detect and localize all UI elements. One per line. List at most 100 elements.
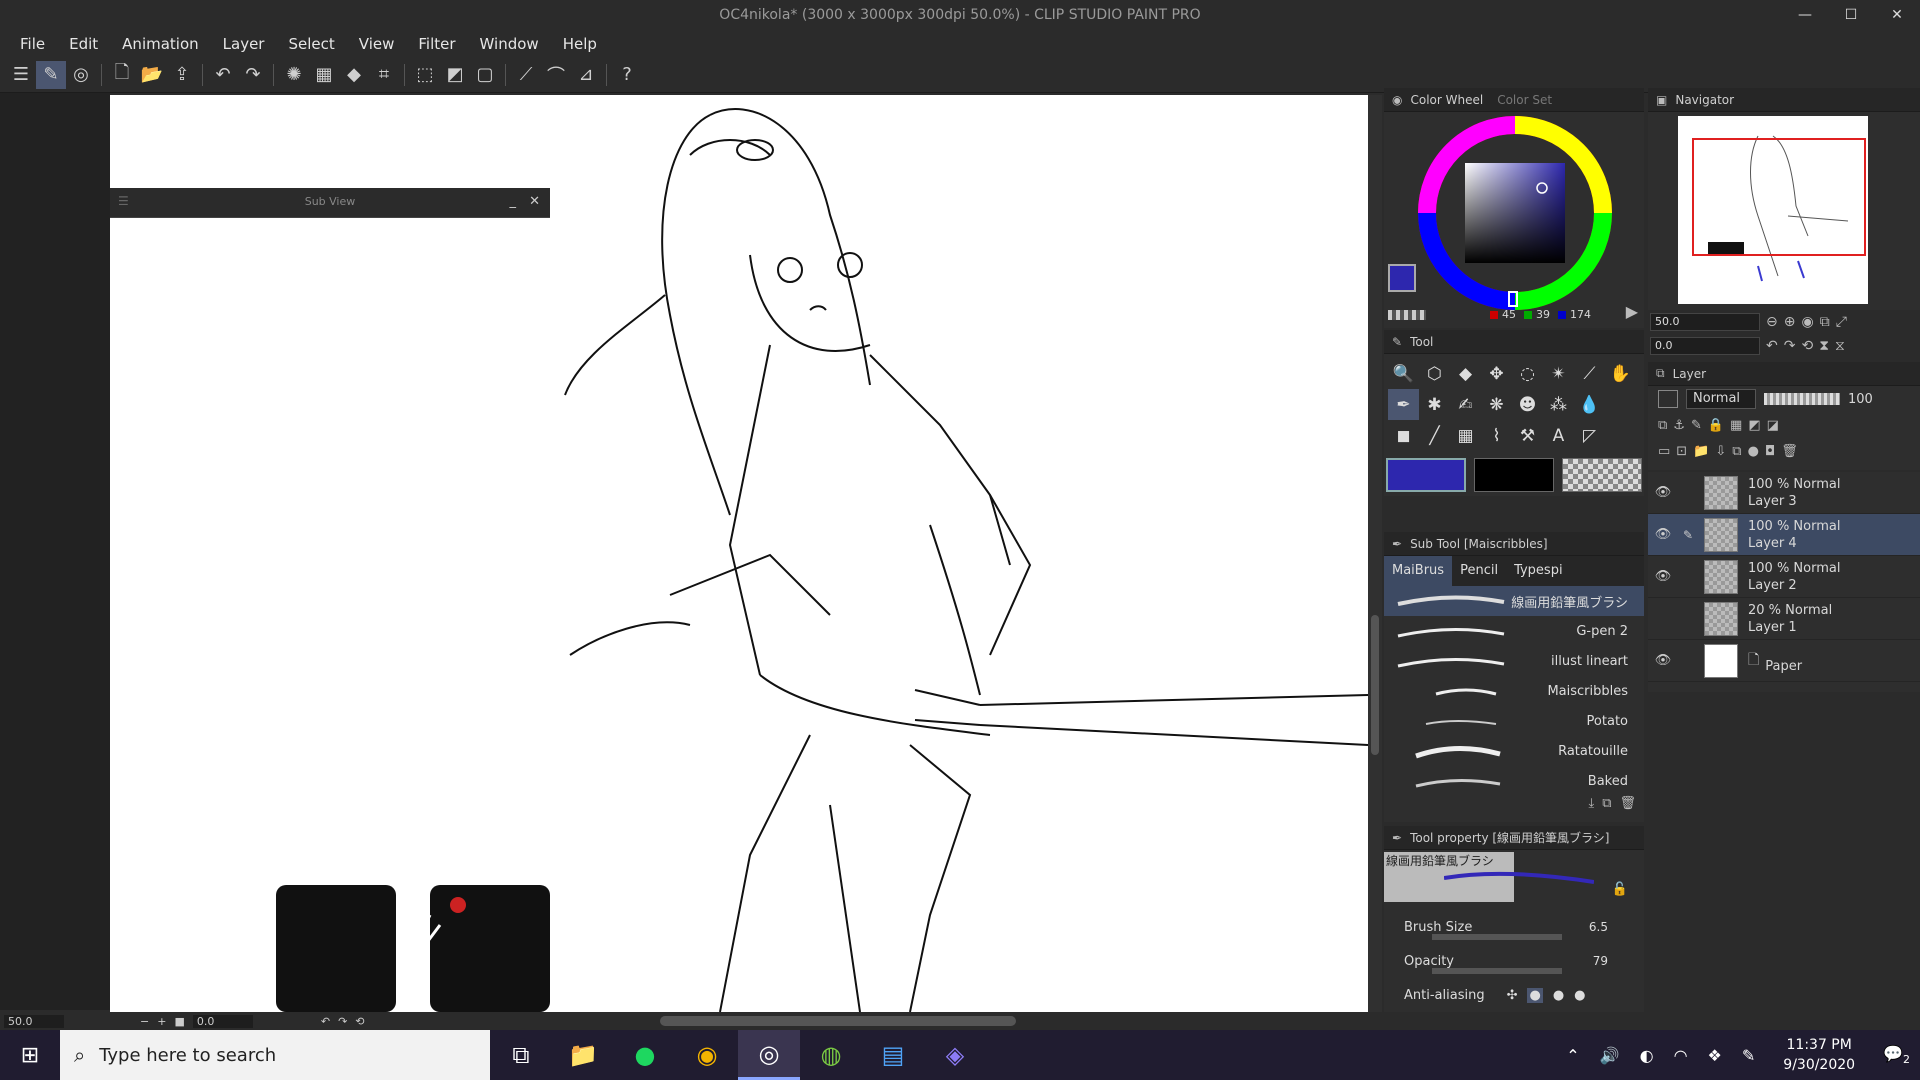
frame-border-icon[interactable]: ▦ — [1450, 420, 1481, 451]
zoom-in-icon[interactable]: ⊕ — [1784, 314, 1796, 330]
reset-rotation-icon[interactable]: ⟲ — [1801, 338, 1813, 354]
brush-item[interactable]: Maiscribbles — [1384, 676, 1644, 706]
brush-size-row[interactable]: Brush Size 6.5 — [1384, 910, 1644, 944]
viewport-rectangle[interactable] — [1692, 138, 1866, 256]
lock-icon[interactable]: 🔓 — [1612, 882, 1628, 897]
layer-row-selected[interactable]: 👁 ✎ 100 % Normal Layer 4 — [1648, 514, 1920, 556]
layer-color-toggle-icon[interactable]: ◪ — [1767, 418, 1779, 433]
zoom-out-icon[interactable]: ⊖ — [1766, 314, 1778, 330]
rotate-left-icon[interactable]: ↶ — [321, 1015, 330, 1028]
flip-horizontal-icon[interactable]: ⧗ — [1819, 338, 1829, 354]
aa-strong-icon[interactable]: ● — [1574, 988, 1585, 1003]
rotate-right-icon[interactable]: ↷ — [1784, 338, 1796, 354]
anti-aliasing-row[interactable]: Anti-aliasing ✣ ● ● ● — [1384, 978, 1644, 1012]
rotate-left-icon[interactable]: ↶ — [1766, 338, 1778, 354]
decoration-tool-icon[interactable]: ❋ — [1481, 389, 1512, 420]
brush-item[interactable]: Potato — [1384, 706, 1644, 736]
discord-capture-icon[interactable]: ◈ — [924, 1030, 986, 1080]
opacity-slider[interactable] — [1764, 393, 1840, 405]
wifi-icon[interactable]: ◠ — [1674, 1046, 1688, 1065]
minimize-button[interactable]: — — [1782, 0, 1828, 31]
spotify-icon[interactable]: ● — [614, 1030, 676, 1080]
clip-studio-icon[interactable]: ◎ — [66, 61, 96, 89]
move-tool-icon[interactable]: ✥ — [1481, 358, 1512, 389]
tab-color-wheel[interactable]: Color Wheel — [1410, 93, 1483, 107]
gradient-tool-icon[interactable]: ◼ — [1388, 420, 1419, 451]
main-color-box[interactable] — [1386, 458, 1467, 492]
brush-item[interactable]: Baked — [1384, 766, 1644, 796]
actual-size-icon[interactable]: ◉ — [1801, 314, 1813, 330]
menu-filter[interactable]: Filter — [406, 35, 467, 53]
new-folder-icon[interactable]: 📁 — [1693, 444, 1709, 459]
brush-size-slider[interactable] — [1432, 934, 1562, 940]
tab-maibrus[interactable]: MaiBrus — [1384, 556, 1453, 586]
close-icon[interactable]: ✕ — [529, 194, 540, 209]
play-icon[interactable]: ▶ — [1626, 302, 1638, 321]
correct-line-icon[interactable]: ⚒ — [1512, 420, 1543, 451]
combine-down-icon[interactable]: ⧉ — [1732, 444, 1741, 459]
zoom-out-icon[interactable]: − — [140, 1015, 149, 1028]
visibility-eye-icon[interactable]: 👁 — [1648, 569, 1678, 584]
pencil-tool-icon[interactable]: ✱ — [1419, 389, 1450, 420]
notification-icon[interactable]: 💬2 — [1883, 1044, 1910, 1066]
paper-layer-row[interactable]: 👁 🗋 Paper — [1648, 640, 1920, 682]
hamburger-menu-icon[interactable]: ☰ — [6, 61, 36, 89]
transparent-color-icon[interactable] — [1388, 310, 1426, 320]
figure-tool-icon[interactable]: ╱ — [1419, 420, 1450, 451]
fit-window-icon[interactable]: ⧉ — [1820, 314, 1830, 330]
transform-icon[interactable]: ⌗ — [369, 61, 399, 89]
main-color-swatch[interactable] — [1388, 264, 1416, 292]
hand-tool-icon[interactable]: ✋ — [1605, 358, 1636, 389]
copy-icon[interactable]: ⧉ — [1602, 796, 1611, 811]
aa-weak-icon[interactable]: ● — [1527, 987, 1543, 1003]
delete-layer-icon[interactable]: 🗑 — [1781, 444, 1798, 459]
navigator-preview[interactable] — [1678, 116, 1868, 304]
new-file-icon[interactable]: 🗋 — [107, 61, 137, 89]
selection-icon[interactable]: ⬚ — [410, 61, 440, 89]
pen-tray-icon[interactable]: ✎ — [1742, 1046, 1755, 1065]
ruler-tool-icon[interactable]: ◸ — [1574, 420, 1605, 451]
layer-row[interactable]: 👁 100 % Normal Layer 3 — [1648, 472, 1920, 514]
layer-row[interactable]: 20 % Normal Layer 1 — [1648, 598, 1920, 640]
drawing-canvas[interactable] — [110, 95, 1368, 1012]
clip-studio-taskbar-icon[interactable]: ◎ — [738, 1030, 800, 1080]
character-icon[interactable]: ☻ — [1512, 389, 1543, 420]
lasso-tool-icon[interactable]: ◌ — [1512, 358, 1543, 389]
draft-icon[interactable]: ✎ — [1691, 418, 1702, 433]
open-folder-icon[interactable]: 📂 — [137, 61, 167, 89]
zoom-value[interactable]: 50.0 — [4, 1014, 64, 1028]
clear-icon[interactable]: ▦ — [309, 61, 339, 89]
new-vector-layer-icon[interactable]: ⊡ — [1676, 444, 1687, 459]
lock-icon[interactable]: 🔒 — [1708, 418, 1724, 433]
brush-size-value[interactable]: 6.5 — [1589, 920, 1608, 934]
text-tool-icon[interactable]: A — [1543, 420, 1574, 451]
reference-icon[interactable]: ⚓ — [1673, 418, 1685, 433]
tab-pencil[interactable]: Pencil — [1452, 556, 1506, 586]
mask-icon[interactable]: ◩ — [1748, 418, 1760, 433]
volume-icon[interactable]: 🔊 — [1600, 1046, 1620, 1065]
menu-animation[interactable]: Animation — [110, 35, 210, 53]
selection-border-icon[interactable]: ▢ — [470, 61, 500, 89]
chevron-up-icon[interactable]: ⌃ — [1566, 1046, 1579, 1065]
fill-icon[interactable]: ◆ — [339, 61, 369, 89]
help-icon[interactable]: ? — [612, 61, 642, 89]
tab-color-set[interactable]: Color Set — [1497, 93, 1552, 107]
brush-item[interactable]: Ratatouille — [1384, 736, 1644, 766]
visibility-eye-icon[interactable]: 👁 — [1648, 653, 1678, 668]
reset-rotation-icon[interactable]: ⟲ — [355, 1015, 364, 1028]
maximize-button[interactable]: ☐ — [1828, 0, 1874, 31]
clipping-icon[interactable]: ⧉ — [1658, 418, 1667, 433]
object-tool-icon[interactable]: ⬡ — [1419, 358, 1450, 389]
sub-color-box[interactable] — [1474, 458, 1555, 492]
opacity-row[interactable]: Opacity 79 — [1384, 944, 1644, 978]
edit-pen-icon[interactable]: ✎ — [1678, 528, 1698, 542]
discord-icon[interactable]: ◐ — [1640, 1046, 1654, 1065]
windows-start-icon[interactable]: ⊞ — [0, 1030, 60, 1080]
color-wheel[interactable] — [1418, 116, 1612, 310]
angle-value[interactable]: 0.0 — [192, 1014, 253, 1028]
navigator-zoom-value[interactable]: 50.0 — [1650, 313, 1760, 331]
speech-balloon-icon[interactable]: ⌇ — [1481, 420, 1512, 451]
operation-tool-icon[interactable]: ◆ — [1450, 358, 1481, 389]
undo-icon[interactable]: ↶ — [208, 61, 238, 89]
visibility-eye-icon[interactable]: 👁 — [1648, 485, 1678, 500]
